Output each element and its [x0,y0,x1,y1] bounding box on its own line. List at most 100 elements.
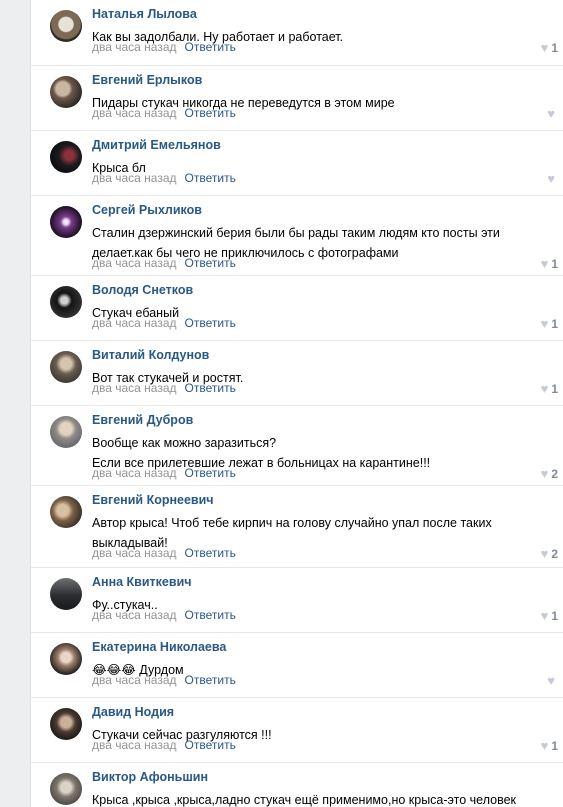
author-name[interactable]: Наталья Лылова [92,7,197,21]
like-button[interactable]: ♥ [524,106,563,121]
comment-item: Евгений Корнеевич Автор крыса! Чтоб тебе … [31,485,563,568]
heart-icon: ♥ [547,673,555,688]
author-name[interactable]: Виктор Афоньшин [92,770,208,784]
avatar[interactable] [50,351,82,383]
comment-time[interactable]: два часа назад [92,608,177,622]
heart-icon: ♥ [540,546,549,561]
comments-panel: Наталья Лылова Как вы задолбали. Ну работ… [30,0,563,807]
author-name[interactable]: Дмитрий Емельянов [92,138,221,152]
reply-link[interactable]: Ответить [185,466,236,480]
heart-icon: ♥ [540,316,549,331]
comment-time[interactable]: два часа назад [92,106,177,120]
avatar[interactable] [50,496,82,528]
author-name[interactable]: Виталий Колдунов [92,348,209,362]
comment-item: Виктор Афоньшин Крыса ,крыса ,крыса,ладно… [31,762,563,807]
like-button[interactable]: ♥ 1 [524,256,563,271]
like-button[interactable]: ♥ 1 [524,40,563,55]
author-name[interactable]: Анна Квиткевич [92,575,192,589]
like-button[interactable]: ♥ 1 [524,316,563,331]
author-name[interactable]: Екатерина Николаева [92,640,226,654]
comment-time[interactable]: два часа назад [92,546,177,560]
like-count: 1 [551,41,558,55]
comment-item: Анна Квиткевич Фу..стукач.. два часа назад… [31,567,563,633]
comment-time[interactable]: два часа назад [92,40,177,54]
heart-icon: ♥ [540,608,549,623]
like-button[interactable]: ♥ 1 [524,381,563,396]
like-button[interactable]: ♥ [524,171,563,186]
avatar[interactable] [50,773,82,805]
comment-meta: два часа назад Ответить [92,256,236,270]
comment-item: Володя Снетков Стукач ебаный два часа наза… [31,275,563,341]
like-count: 1 [551,739,558,753]
heart-icon: ♥ [547,171,555,186]
comment-time[interactable]: два часа назад [92,738,177,752]
reply-link[interactable]: Ответить [185,256,236,270]
author-name[interactable]: Володя Снетков [92,283,193,297]
avatar[interactable] [50,286,82,318]
author-name[interactable]: Евгений Дубров [92,413,193,427]
avatar[interactable] [50,206,82,238]
comment-meta: два часа назад Ответить [92,316,236,330]
comment-meta: два часа назад Ответить [92,608,236,622]
like-button[interactable]: ♥ 1 [524,738,563,753]
comment-time[interactable]: два часа назад [92,256,177,270]
reply-link[interactable]: Ответить [185,106,236,120]
like-button[interactable]: ♥ [524,673,563,688]
heart-icon: ♥ [540,381,549,396]
comment-time[interactable]: два часа назад [92,466,177,480]
comment-meta: два часа назад Ответить [92,673,236,687]
comment-item: Наталья Лылова Как вы задолбали. Ну работ… [31,0,563,65]
author-name[interactable]: Евгений Корнеевич [92,493,214,507]
avatar[interactable] [50,578,82,610]
heart-icon: ♥ [540,738,549,753]
avatar[interactable] [50,10,82,42]
like-count: 2 [551,547,558,561]
comment-time[interactable]: два часа назад [92,381,177,395]
author-name[interactable]: Сергей Рыхликов [92,203,202,217]
like-count: 1 [551,257,558,271]
comment-text: Крыса ,крыса ,крыса,ладно стукач ещё при… [92,793,517,807]
reply-link[interactable]: Ответить [185,738,236,752]
avatar[interactable] [50,141,82,173]
reply-link[interactable]: Ответить [185,316,236,330]
like-button[interactable]: ♥ 2 [524,466,563,481]
comment-meta: два часа назад Ответить [92,40,236,54]
like-count: 1 [551,317,558,331]
author-name[interactable]: Евгений Ерлыков [92,73,202,87]
reply-link[interactable]: Ответить [185,40,236,54]
comment-item: Екатерина Николаева 😂😂😂 Дурдом два часа на… [31,632,563,698]
heart-icon: ♥ [547,106,555,121]
heart-icon: ♥ [540,40,549,55]
comment-time[interactable]: два часа назад [92,171,177,185]
reply-link[interactable]: Ответить [185,608,236,622]
like-button[interactable]: ♥ 2 [524,546,563,561]
avatar[interactable] [50,643,82,675]
comment-item: Евгений Дубров Вообще как можно заразитьс… [31,405,563,486]
comment-item: Давид Нодия Стукачи сейчас разгуляются !!… [31,697,563,763]
comment-meta: два часа назад Ответить [92,466,236,480]
heart-icon: ♥ [540,256,549,271]
reply-link[interactable]: Ответить [185,673,236,687]
like-count: 2 [551,467,558,481]
comment-meta: два часа назад Ответить [92,546,236,560]
reply-link[interactable]: Ответить [185,546,236,560]
comment-item: Виталий Колдунов Вот так стукачей и ростя… [31,340,563,406]
comment-time[interactable]: два часа назад [92,673,177,687]
author-name[interactable]: Давид Нодия [92,705,174,719]
comment-item: Евгений Ерлыков Пидары стукач никогда не … [31,65,563,131]
comment-item: Дмитрий Емельянов Крыса бл два часа назад О… [31,130,563,196]
comment-time[interactable]: два часа назад [92,316,177,330]
avatar[interactable] [50,416,82,448]
comment-item: Сергей Рыхликов Сталин дзержинский берия … [31,195,563,276]
comment-meta: два часа назад Ответить [92,738,236,752]
comment-meta: два часа назад Ответить [92,171,236,185]
comment-meta: два часа назад Ответить [92,106,236,120]
reply-link[interactable]: Ответить [185,381,236,395]
like-count: 1 [551,609,558,623]
reply-link[interactable]: Ответить [185,171,236,185]
avatar[interactable] [50,76,82,108]
like-button[interactable]: ♥ 1 [524,608,563,623]
comment-meta: два часа назад Ответить [92,381,236,395]
avatar[interactable] [50,708,82,740]
like-count: 1 [551,382,558,396]
